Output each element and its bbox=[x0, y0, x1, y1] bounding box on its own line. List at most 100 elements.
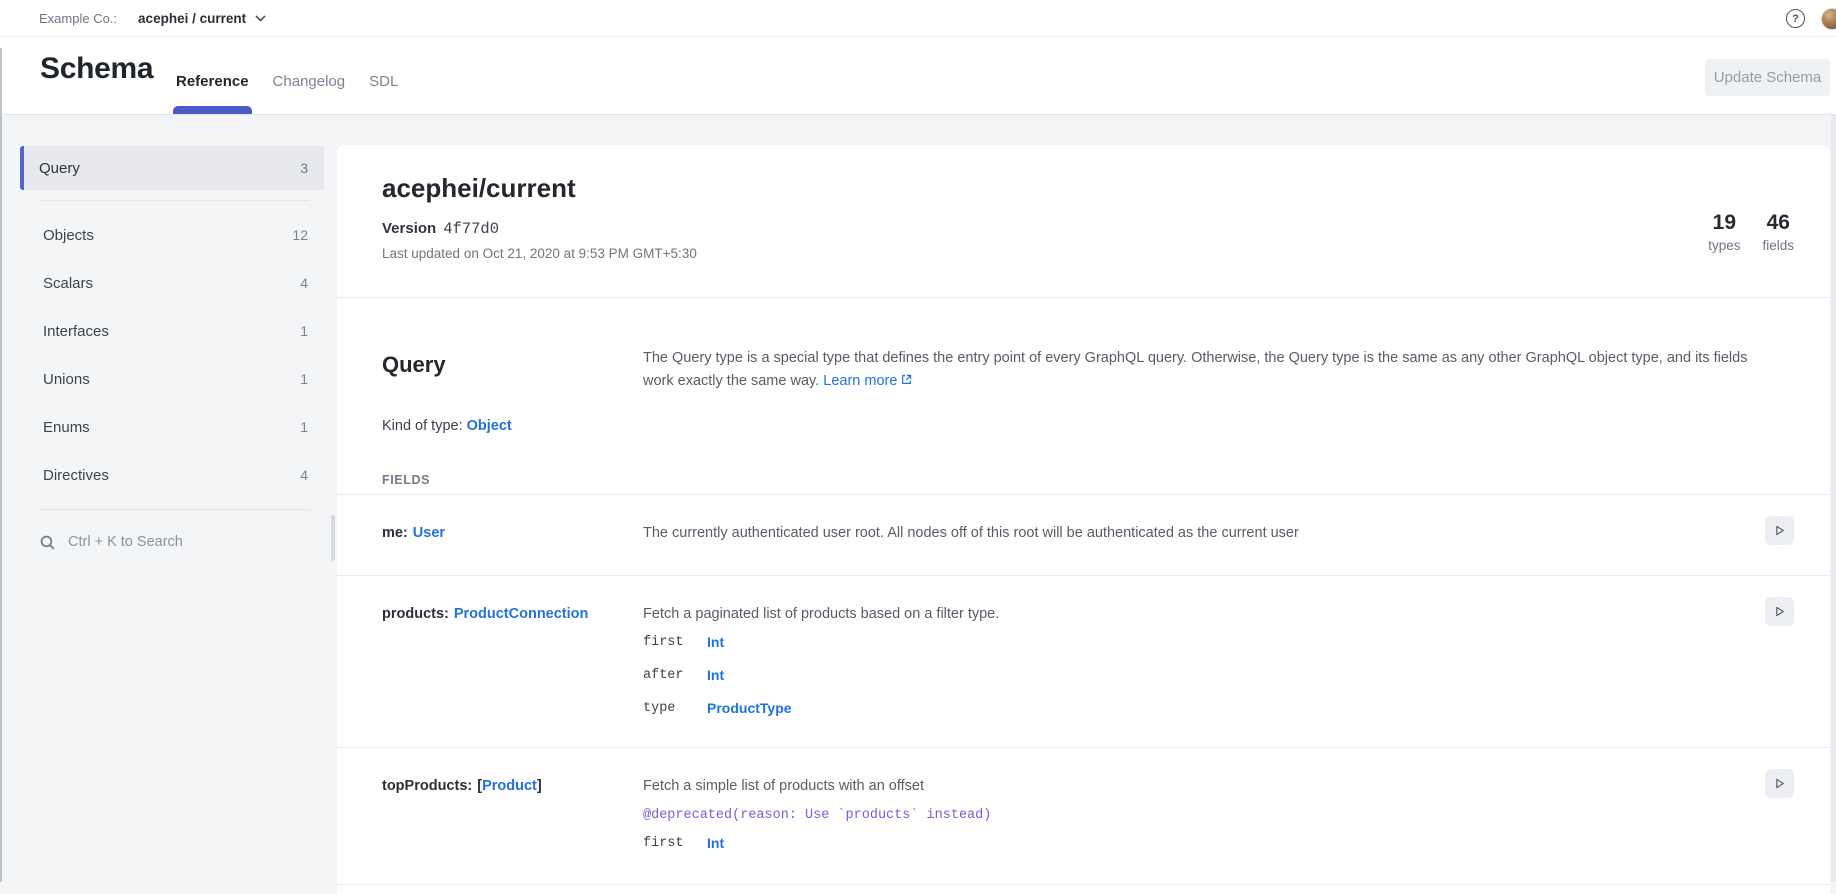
argument-row: afterInt bbox=[643, 667, 1730, 700]
play-icon bbox=[1773, 777, 1786, 790]
field-row: me: User The currently authenticated user … bbox=[337, 494, 1830, 575]
field-type-link[interactable]: Product bbox=[482, 778, 537, 794]
topbar-right: ? bbox=[1786, 0, 1836, 37]
graph-selector-label: acephei / current bbox=[138, 11, 246, 26]
sidebar-item-count: 4 bbox=[300, 275, 308, 291]
update-schema-button[interactable]: Update Schema bbox=[1705, 59, 1830, 96]
org-label: Example Co.: bbox=[39, 11, 117, 26]
sidebar-item-count: 1 bbox=[300, 371, 308, 387]
sidebar-item-directives[interactable]: Directives4 bbox=[20, 451, 324, 499]
page-title: Schema bbox=[40, 52, 153, 86]
field-type-link[interactable]: User bbox=[413, 525, 445, 541]
field-description: The currently authenticated user root. A… bbox=[643, 523, 1730, 543]
field-name-text: products: bbox=[382, 606, 449, 622]
field-details: The currently authenticated user root. A… bbox=[643, 523, 1730, 545]
play-icon bbox=[1773, 605, 1786, 618]
argument-name: first bbox=[643, 835, 707, 852]
argument-row: firstInt bbox=[643, 835, 1730, 868]
sidebar-item-label: Scalars bbox=[43, 275, 93, 292]
run-query-button[interactable] bbox=[1765, 516, 1794, 545]
field-type-link[interactable]: ProductConnection bbox=[454, 606, 589, 622]
stat-types: 19types bbox=[1708, 211, 1740, 253]
version-label: Version bbox=[382, 220, 436, 237]
learn-more-link[interactable]: Learn more bbox=[823, 373, 912, 389]
page-scrollbar-track bbox=[1831, 115, 1836, 882]
kind-value-link[interactable]: Object bbox=[467, 418, 512, 434]
sidebar-item-count: 1 bbox=[300, 323, 308, 339]
argument-type-link[interactable]: Int bbox=[707, 634, 724, 651]
sidebar-scrollbar-thumb[interactable] bbox=[331, 515, 335, 561]
run-query-button[interactable] bbox=[1765, 597, 1794, 626]
external-link-icon bbox=[901, 373, 912, 389]
left-scrollbar-thumb[interactable] bbox=[0, 48, 2, 882]
version-line: Version 4f77d0 bbox=[382, 219, 1794, 239]
learn-more-label: Learn more bbox=[823, 373, 897, 389]
sidebar-item-enums[interactable]: Enums1 bbox=[20, 403, 324, 451]
type-description: The Query type is a special type that de… bbox=[643, 347, 1748, 392]
tab-sdl[interactable]: SDL bbox=[369, 37, 398, 114]
type-name: Query bbox=[382, 352, 643, 392]
sidebar-item-interfaces[interactable]: Interfaces 1 bbox=[20, 307, 324, 355]
avatar[interactable] bbox=[1821, 8, 1836, 30]
field-deprecated-directive: @deprecated(reason: Use `products` inste… bbox=[643, 807, 1730, 825]
field-details: Fetch a simple list of products with an … bbox=[643, 776, 1730, 868]
sidebar-item-objects[interactable]: Objects12 bbox=[20, 211, 324, 259]
graph-title: acephei/current bbox=[382, 171, 1794, 205]
sidebar-item-label: Query bbox=[39, 160, 80, 177]
stat-value: 46 bbox=[1762, 211, 1794, 235]
argument-type-link[interactable]: Int bbox=[707, 835, 724, 852]
tab-reference[interactable]: Reference bbox=[176, 37, 249, 114]
field-action bbox=[1730, 523, 1794, 545]
sidebar-divider bbox=[39, 509, 310, 510]
sidebar-item-query[interactable]: Query3 bbox=[20, 146, 324, 190]
help-icon[interactable]: ? bbox=[1786, 9, 1805, 28]
run-query-button[interactable] bbox=[1765, 769, 1794, 798]
stats: 19types 46fields bbox=[1708, 211, 1794, 253]
field-name-text: topProducts: bbox=[382, 778, 472, 794]
sidebar-nav: Query3Objects12Scalars4Interfaces1Unions… bbox=[20, 146, 324, 510]
argument-name: type bbox=[643, 700, 707, 717]
graph-selector-dropdown[interactable]: acephei / current bbox=[138, 11, 266, 26]
type-bracket-close: ] bbox=[537, 778, 542, 794]
type-section-header: Query The Query type is a special type t… bbox=[382, 298, 1794, 392]
fields-heading: FIELDS bbox=[382, 473, 1794, 488]
play-icon bbox=[1773, 524, 1786, 537]
argument-type-link[interactable]: Int bbox=[707, 667, 724, 684]
schema-card: acephei/current Version 4f77d0 Last updat… bbox=[337, 145, 1830, 894]
field-row: products: ProductConnection Fetch a pagina… bbox=[337, 575, 1830, 747]
type-description-text: The Query type is a special type that de… bbox=[643, 350, 1747, 389]
field-name: products: ProductConnection bbox=[382, 604, 643, 733]
argument-row: firstInt bbox=[643, 634, 1730, 667]
sidebar-item-unions[interactable]: Unions 1 bbox=[20, 355, 324, 403]
kind-label: Kind of type: bbox=[382, 418, 463, 434]
argument-row: typeProductType bbox=[643, 700, 1730, 733]
field-description: Fetch a paginated list of products based… bbox=[643, 604, 1730, 624]
sidebar-item-label: Unions bbox=[43, 371, 90, 388]
sidebar-item-label: Enums bbox=[43, 419, 90, 436]
field-name: topProducts:[Product] bbox=[382, 776, 643, 868]
kind-of-type-line: Kind of type:Object bbox=[382, 418, 1794, 435]
field-name-text: me: bbox=[382, 525, 408, 541]
argument-name: first bbox=[643, 634, 707, 651]
sidebar-item-label: Directives bbox=[43, 467, 109, 484]
sidebar-item-count: 12 bbox=[292, 227, 308, 243]
argument-type-link[interactable]: ProductType bbox=[707, 700, 792, 717]
field-name: me: User bbox=[382, 523, 643, 545]
field-action bbox=[1730, 604, 1794, 733]
field-args: firstInt bbox=[643, 835, 1730, 868]
tabs: Reference Changelog SDL bbox=[176, 37, 398, 114]
chevron-down-icon bbox=[255, 15, 266, 22]
top-bar: Example Co.: acephei / current ? bbox=[0, 0, 1836, 37]
search-shortcut-label: Ctrl + K to Search bbox=[68, 534, 183, 550]
version-value: 4f77d0 bbox=[443, 220, 499, 238]
sidebar-item-label: Interfaces bbox=[43, 323, 109, 340]
field-description: Fetch a simple list of products with an … bbox=[643, 776, 1730, 796]
page-header: Schema Reference Changelog SDL Update Sche… bbox=[0, 37, 1836, 115]
field-action bbox=[1730, 776, 1794, 868]
last-updated: Last updated on Oct 21, 2020 at 9:53 PM … bbox=[382, 245, 1794, 262]
stat-fields: 46fields bbox=[1762, 211, 1794, 253]
search-button[interactable]: Ctrl + K to Search bbox=[20, 520, 324, 564]
tab-changelog[interactable]: Changelog bbox=[273, 37, 346, 114]
sidebar-item-scalars[interactable]: Scalars 4 bbox=[20, 259, 324, 307]
argument-name: after bbox=[643, 667, 707, 684]
